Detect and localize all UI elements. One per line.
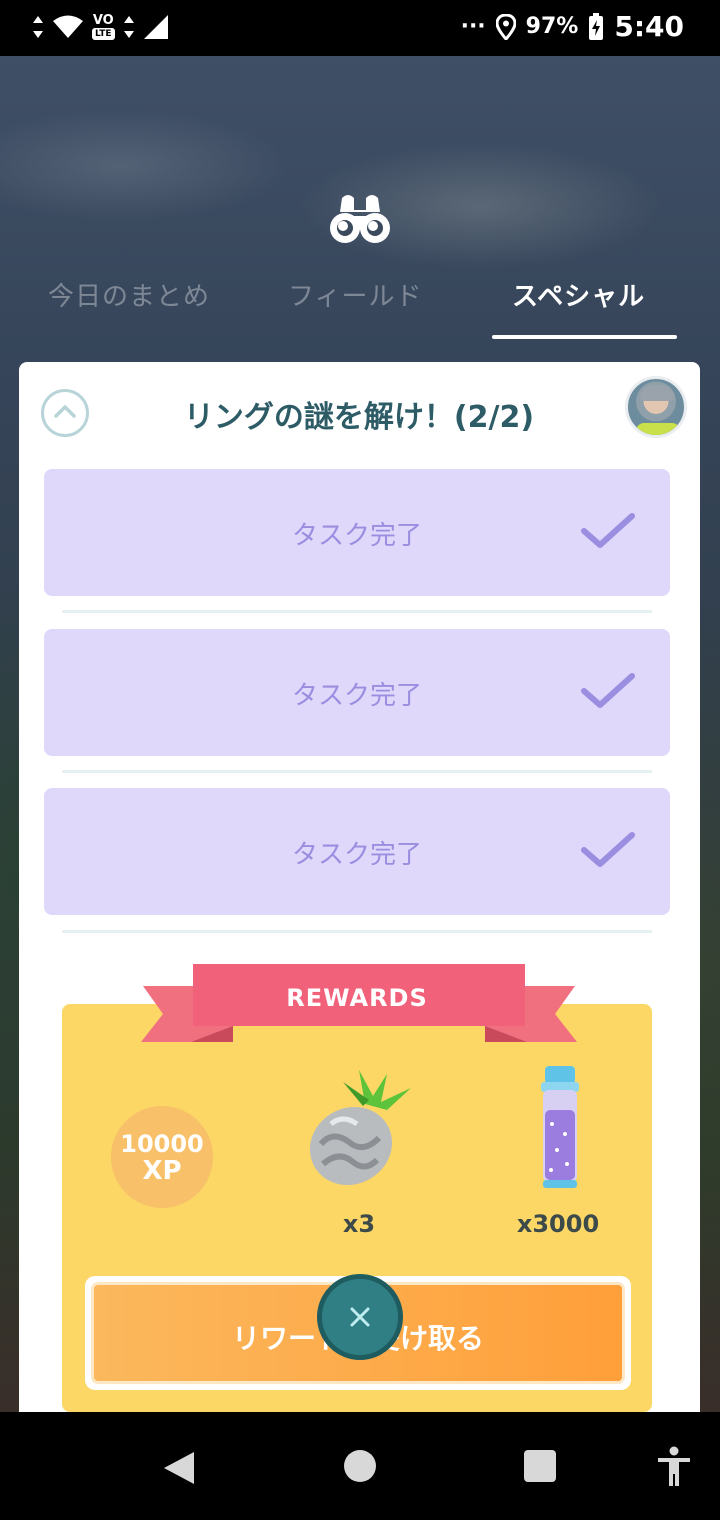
checkmark-icon <box>581 832 635 867</box>
location-icon <box>495 13 516 40</box>
tab-special[interactable]: スペシャル <box>512 276 645 313</box>
status-left: VO LTE <box>32 14 169 40</box>
vo-label: VO <box>92 13 114 28</box>
back-icon[interactable] <box>162 1450 196 1486</box>
divider <box>62 610 652 613</box>
close-icon <box>350 1307 370 1327</box>
task-label: タスク完了 <box>291 521 422 551</box>
volte-indicator: VO LTE <box>92 14 115 40</box>
close-button[interactable] <box>317 1274 403 1360</box>
special-research-card: リングの謎を解け！(2/2) タスク完了 タスク完了 タスク完了 REWARDS… <box>19 362 700 1412</box>
task-item[interactable]: タスク完了 <box>44 629 670 756</box>
divider <box>62 770 652 773</box>
binoculars-icon <box>330 195 390 243</box>
task-item[interactable]: タスク完了 <box>44 469 670 596</box>
cell-signal-icon <box>143 15 168 39</box>
xp-value: 10000 <box>120 1130 204 1158</box>
tab-today[interactable]: 今日のまとめ <box>48 276 210 313</box>
checkmark-icon <box>581 513 635 548</box>
status-right: ··· 97% 5:40 <box>461 10 684 43</box>
stardust-vial-icon <box>541 1066 579 1188</box>
tab-field[interactable]: フィールド <box>288 276 422 313</box>
task-item[interactable]: タスク完了 <box>44 788 670 915</box>
battery-charging-icon <box>589 12 604 40</box>
collapse-button[interactable] <box>41 389 89 437</box>
home-icon[interactable] <box>344 1450 376 1482</box>
divider <box>62 930 652 933</box>
accessibility-icon[interactable] <box>656 1446 692 1488</box>
battery-percent: 97% <box>525 14 579 39</box>
rewards-banner-label: REWARDS <box>286 984 428 1012</box>
active-tab-indicator <box>492 335 677 339</box>
overflow-dots: ··· <box>460 14 486 39</box>
xp-unit: XP <box>142 1156 182 1186</box>
task-label: タスク完了 <box>291 840 422 870</box>
status-bar: VO LTE ··· 97% 5:40 <box>0 0 720 56</box>
wifi-icon <box>53 15 83 38</box>
silver-pinap-berry-icon <box>309 1070 411 1186</box>
research-title: リングの謎を解け！(2/2) <box>183 400 535 435</box>
xp-reward: 10000 XP <box>111 1106 213 1208</box>
item-qty: x3000 <box>516 1210 600 1238</box>
task-label: タスク完了 <box>291 681 422 711</box>
avatar-hair <box>640 385 674 401</box>
system-nav-bar <box>0 1412 720 1520</box>
clock: 5:40 <box>614 10 684 43</box>
data-arrows-icon-2 <box>123 16 134 38</box>
chevron-up-icon <box>54 405 76 418</box>
recent-apps-icon[interactable] <box>524 1450 556 1482</box>
checkmark-icon <box>581 673 635 708</box>
lte-label: LTE <box>92 28 115 40</box>
avatar-collar <box>636 423 680 435</box>
item-qty: x3 <box>342 1210 376 1238</box>
professor-avatar[interactable] <box>625 376 687 438</box>
data-arrows-icon <box>33 16 43 38</box>
